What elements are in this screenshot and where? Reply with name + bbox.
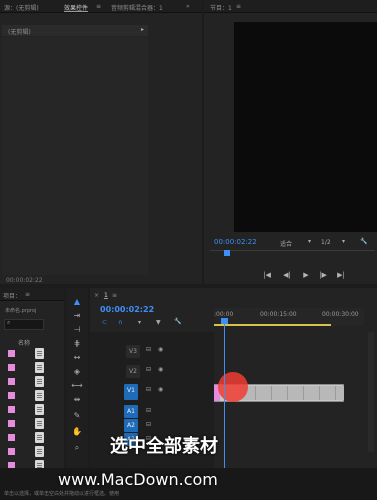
list-item[interactable] <box>8 390 46 401</box>
resolution-chevron-down-icon[interactable]: ▾ <box>342 238 345 245</box>
v3-eye-icon[interactable]: ◉ <box>158 346 163 353</box>
track-label-a2[interactable]: A2 <box>124 419 138 432</box>
timeline-timecode[interactable]: 00:00:02:22 <box>100 305 154 314</box>
source-patch-a1[interactable]: A1 <box>124 405 138 418</box>
tab-audio-clip-mixer[interactable]: 音频剪辑混合器：1 <box>111 3 163 12</box>
timeline-scrollbar[interactable] <box>368 332 374 452</box>
go-to-out-icon[interactable]: ▶| <box>336 270 346 280</box>
effect-controls-area <box>2 37 148 275</box>
ripple-edit-icon[interactable]: ⊣ <box>71 324 83 336</box>
mark-in-icon[interactable]: |◀ <box>262 270 272 280</box>
source-timecode: 00:00:02:22 <box>6 277 43 284</box>
slide-icon[interactable]: ⇹ <box>71 394 83 406</box>
step-back-icon[interactable]: ◀| <box>282 270 292 280</box>
program-panel: 节目：1 ≡ 00:00:02:22 适合 ▾ 1/2 ▾ 🔧 |◀ ◀| ▶ … <box>204 0 377 284</box>
expand-panels-icon[interactable]: » <box>186 3 190 10</box>
sequence-menu-icon[interactable]: ≡ <box>112 292 117 299</box>
program-playhead[interactable] <box>224 250 230 256</box>
list-item[interactable] <box>8 362 46 373</box>
tab-sequence[interactable]: 1 <box>104 292 108 299</box>
source-panel: 源：(无剪辑) 效果控件 ≡ 音频剪辑混合器：1 » (无剪辑) ▸ 00:00… <box>0 0 202 284</box>
fit-chevron-down-icon[interactable]: ▾ <box>308 238 311 245</box>
project-name: 未命名.prproj <box>5 308 37 314</box>
v3-toggle-icon[interactable]: ⊟ <box>146 346 151 353</box>
add-marker-icon[interactable]: ▾ <box>138 319 141 326</box>
list-item[interactable] <box>8 418 46 429</box>
search-icon: ⌕ <box>7 319 11 326</box>
list-item[interactable] <box>8 404 46 415</box>
snap-icon[interactable]: ⊂ <box>102 319 107 326</box>
watermark-text: www.MacDown.com <box>58 470 218 489</box>
program-video-viewer[interactable] <box>234 22 377 232</box>
linked-selection-icon[interactable]: ∩ <box>118 319 122 326</box>
list-item[interactable] <box>8 348 46 359</box>
track-label-v2[interactable]: V2 <box>126 365 140 378</box>
a2-mute-icon[interactable]: ⊟ <box>146 421 151 428</box>
settings-wrench-icon[interactable]: 🔧 <box>360 238 367 245</box>
track-select-icon[interactable]: ⇥ <box>71 310 83 322</box>
timeline-settings-icon[interactable]: ▼ <box>156 319 161 326</box>
program-timecode[interactable]: 00:00:02:22 <box>214 238 257 246</box>
ruler-label: 00:00:30:00 <box>322 311 359 318</box>
v1-eye-icon[interactable]: ◉ <box>158 386 163 393</box>
pen-icon[interactable]: ✎ <box>71 410 83 422</box>
hand-icon[interactable]: ✋ <box>71 426 83 438</box>
tab-source[interactable]: 源：(无剪辑) <box>4 3 39 12</box>
status-text: 单击以选择，或单击空白处并拖动以进行框选。使用 <box>4 491 120 497</box>
work-area-bar[interactable] <box>214 324 331 326</box>
ruler-label: :00:00 <box>214 311 234 318</box>
timeline-close-icon[interactable]: × <box>94 292 99 299</box>
list-item[interactable] <box>8 376 46 387</box>
fit-dropdown[interactable]: 适合 <box>280 239 292 248</box>
program-time-ruler[interactable] <box>210 250 375 259</box>
panel-menu-icon[interactable]: ≡ <box>96 3 101 10</box>
rate-stretch-icon[interactable]: ↔ <box>71 352 83 364</box>
tools-panel: ▲ ⇥ ⊣ ⋕ ↔ ◈ ⟷ ⇹ ✎ ✋ ⌕ <box>66 288 88 468</box>
clip-label: (无剪辑) <box>8 29 31 36</box>
timeline-playhead-line[interactable] <box>224 318 225 468</box>
tab-project[interactable]: 项目： <box>3 291 21 300</box>
source-patch-v1[interactable]: V1 <box>124 384 138 400</box>
expand-arrow-icon[interactable]: ▸ <box>141 26 144 33</box>
v1-toggle-icon[interactable]: ⊟ <box>146 386 151 393</box>
rolling-edit-icon[interactable]: ⋕ <box>71 338 83 350</box>
tab-effect-controls[interactable]: 效果控件 <box>64 3 88 12</box>
razor-icon[interactable]: ◈ <box>71 366 83 378</box>
list-item[interactable] <box>8 446 46 457</box>
wrench-icon[interactable]: 🔧 <box>174 318 181 325</box>
resolution-dropdown[interactable]: 1/2 <box>321 239 331 246</box>
v2-toggle-icon[interactable]: ⊟ <box>146 366 151 373</box>
selection-tool-icon[interactable]: ▲ <box>71 296 83 308</box>
clip-frames <box>240 386 344 400</box>
play-icon[interactable]: ▶ <box>301 270 311 280</box>
list-item[interactable] <box>8 432 46 443</box>
step-forward-icon[interactable]: |▶ <box>318 270 328 280</box>
ruler-label: 00:00:15:00 <box>260 311 297 318</box>
click-indicator <box>218 372 248 402</box>
column-name-header[interactable]: 名称 <box>18 338 30 347</box>
slip-icon[interactable]: ⟷ <box>71 380 83 392</box>
program-menu-icon[interactable]: ≡ <box>236 3 241 10</box>
timeline-playhead-head[interactable] <box>221 318 228 324</box>
zoom-icon[interactable]: ⌕ <box>71 442 83 454</box>
v2-eye-icon[interactable]: ◉ <box>158 366 163 373</box>
a1-mute-icon[interactable]: ⊟ <box>146 407 151 414</box>
tab-program[interactable]: 节目：1 <box>210 3 232 12</box>
track-label-v3[interactable]: V3 <box>126 345 140 358</box>
caption-text: 选中全部素材 <box>110 436 218 457</box>
project-menu-icon[interactable]: ≡ <box>25 291 30 298</box>
